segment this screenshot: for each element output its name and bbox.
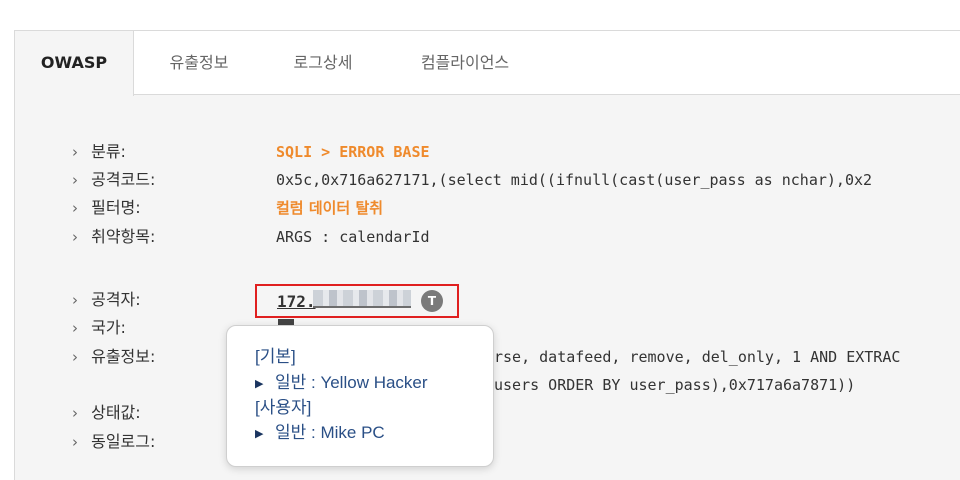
chevron-right-icon: › bbox=[72, 199, 78, 217]
field-country: › 국가: bbox=[72, 316, 126, 340]
field-attacker: › 공격자: bbox=[72, 288, 141, 312]
tab-owasp[interactable]: OWASP bbox=[15, 31, 134, 96]
attack-code-value: 0x5c,0x716a627171,(select mid((ifnull(ca… bbox=[276, 171, 873, 189]
tab-log-detail[interactable]: 로그상세 bbox=[285, 31, 361, 95]
tab-bar: OWASP 유출정보 로그상세 컴플라이언스 bbox=[15, 31, 960, 96]
field-label: 유출정보: bbox=[91, 347, 156, 366]
field-label: 국가: bbox=[91, 318, 126, 337]
popover-section-basic: [기본] bbox=[255, 347, 296, 366]
field-label: 공격자: bbox=[91, 290, 141, 309]
popover-item-label: 일반 : Mike PC bbox=[275, 423, 385, 442]
field-filter-name: › 필터명: bbox=[72, 196, 141, 220]
category-value: SQLI > ERROR BASE bbox=[276, 143, 430, 161]
attacker-tag-badge[interactable]: T bbox=[421, 290, 443, 312]
vuln-item-value: ARGS : calendarId bbox=[276, 228, 430, 246]
chevron-right-icon: › bbox=[72, 228, 78, 246]
field-leak-info: › 유출정보: bbox=[72, 345, 155, 369]
filter-name-value: 컬럼 데이터 탈취 bbox=[276, 199, 384, 217]
popover-section-user: [사용자] bbox=[255, 398, 312, 417]
chevron-right-icon: › bbox=[72, 433, 78, 451]
field-same-log: › 동일로그: bbox=[72, 430, 155, 454]
field-label: 취약항목: bbox=[91, 227, 156, 246]
tab-compliance[interactable]: 컴플라이언스 bbox=[409, 31, 521, 95]
chevron-right-icon: › bbox=[72, 348, 78, 366]
chevron-right-icon: › bbox=[72, 143, 78, 161]
field-label: 상태값: bbox=[91, 403, 141, 422]
field-status: › 상태값: bbox=[72, 401, 141, 425]
field-label: 공격코드: bbox=[91, 170, 156, 189]
field-label: 분류: bbox=[91, 142, 126, 161]
leak-info-value-line1: rse, datafeed, remove, del_only, 1 AND E… bbox=[494, 348, 901, 366]
leak-info-value-line2: users ORDER BY user_pass),0x717a6a7871)) bbox=[494, 376, 856, 394]
attacker-info-popover: [기본] ▶ 일반 : Yellow Hacker [사용자] ▶ 일반 : Mik… bbox=[226, 325, 494, 467]
field-vuln-item: › 취약항목: bbox=[72, 225, 155, 249]
chevron-right-icon: › bbox=[72, 319, 78, 337]
popover-item-basic[interactable]: ▶ 일반 : Yellow Hacker bbox=[255, 371, 428, 395]
field-label: 동일로그: bbox=[91, 432, 156, 451]
chevron-right-icon: › bbox=[72, 404, 78, 422]
ip-mask bbox=[313, 290, 411, 308]
chevron-right-icon: › bbox=[72, 291, 78, 309]
triangle-right-icon: ▶ bbox=[255, 378, 264, 390]
tab-leak-info[interactable]: 유출정보 bbox=[161, 31, 237, 95]
popover-item-user[interactable]: ▶ 일반 : Mike PC bbox=[255, 421, 385, 445]
attacker-ip-link[interactable]: 172. bbox=[277, 290, 316, 314]
field-category: › 분류: bbox=[72, 140, 126, 164]
chevron-right-icon: › bbox=[72, 171, 78, 189]
triangle-right-icon: ▶ bbox=[255, 428, 264, 440]
field-attack-code: › 공격코드: bbox=[72, 168, 155, 192]
popover-item-label: 일반 : Yellow Hacker bbox=[275, 373, 428, 392]
field-label: 필터명: bbox=[91, 198, 141, 217]
